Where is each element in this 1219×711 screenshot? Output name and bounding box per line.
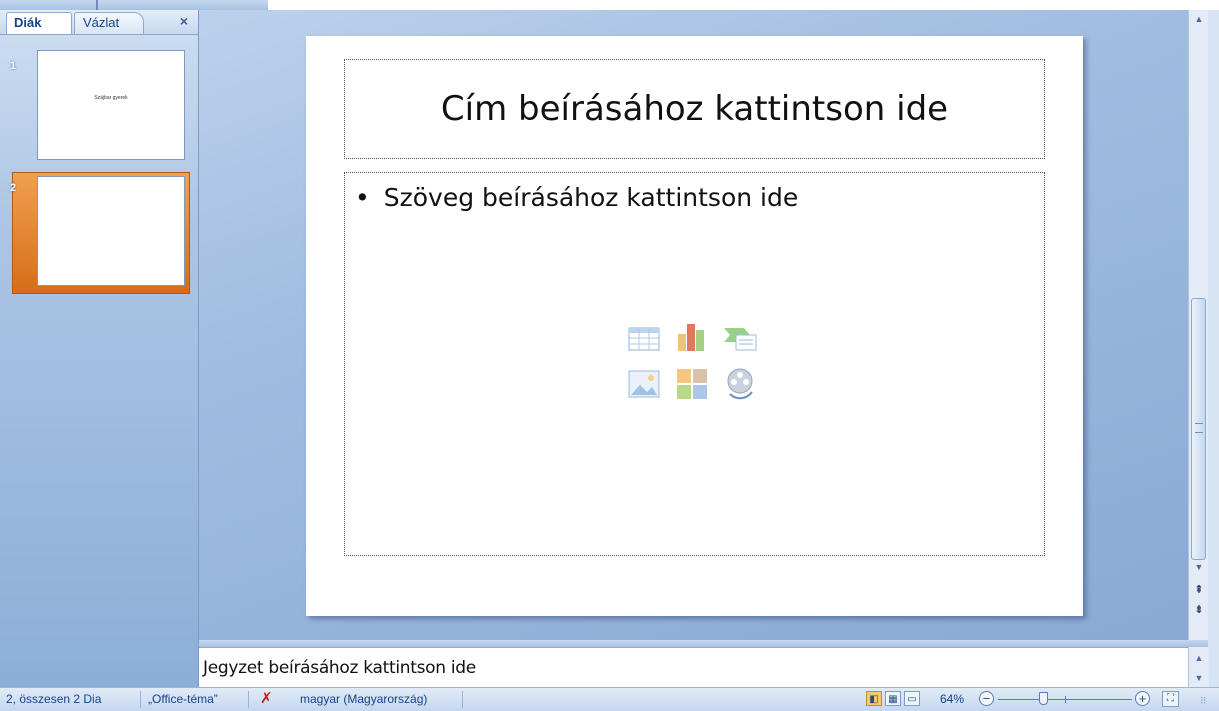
notes-scroll-down-icon[interactable]: ▼	[1189, 669, 1209, 687]
bullet-mark: •	[355, 183, 370, 212]
notes-splitter[interactable]	[199, 640, 1208, 647]
zoom-out-icon[interactable]: −	[979, 691, 994, 706]
slide-position-status[interactable]: 2, összesen 2 Dia	[6, 692, 101, 706]
slide-editing-area: Cím beírásához kattintson ide • Szöveg be…	[199, 10, 1188, 640]
pane-tabs: Diák Vázlat ×	[0, 10, 198, 35]
zoom-100-tick	[1065, 696, 1066, 703]
scrollbar-grip-icon	[1195, 423, 1203, 433]
resize-grip-icon[interactable]: ⠿	[1200, 696, 1207, 707]
ribbon-remnant	[0, 0, 1219, 10]
spellcheck-icon[interactable]: ✗	[260, 689, 273, 707]
status-separator	[462, 691, 463, 708]
slide-number-2: 2	[10, 182, 17, 194]
slide-vertical-scrollbar[interactable]: ▲ ▼ ⇞ ⇟	[1188, 10, 1209, 640]
content-bullet-line: • Szöveg beírásához kattintson ide	[355, 183, 798, 212]
content-placeholder-text: Szöveg beírásához kattintson ide	[383, 183, 799, 212]
tab-slides[interactable]: Diák	[6, 12, 72, 34]
scrollbar-thumb[interactable]	[1191, 298, 1206, 560]
picture-icon[interactable]	[626, 366, 662, 402]
slide-thumbnail-1[interactable]: Szájbar gyerek	[37, 50, 185, 160]
fit-to-window-icon[interactable]: ⛶	[1162, 691, 1179, 707]
slide-sorter-view-button[interactable]: ▦	[885, 691, 901, 706]
window-right-edge	[1208, 10, 1219, 710]
slideshow-view-button[interactable]: ▭	[904, 691, 920, 706]
language-status[interactable]: magyar (Magyarország)	[300, 692, 427, 706]
content-placeholder[interactable]: • Szöveg beírásához kattintson ide	[344, 172, 1045, 556]
notes-scrollbar[interactable]: ▲ ▼	[1188, 647, 1209, 687]
notes-scroll-up-icon[interactable]: ▲	[1189, 649, 1209, 667]
media-icon[interactable]	[722, 366, 758, 402]
title-placeholder[interactable]: Cím beírásához kattintson ide	[344, 59, 1045, 159]
status-separator	[248, 691, 249, 708]
previous-slide-icon[interactable]: ⇞	[1189, 582, 1209, 598]
zoom-in-icon[interactable]: +	[1135, 691, 1150, 706]
normal-view-button[interactable]: ◧	[866, 691, 882, 706]
close-pane-button[interactable]: ×	[180, 13, 188, 29]
thumbnail-title: Szájbar gyerek	[94, 95, 128, 101]
slide-number-1: 1	[10, 60, 17, 72]
clipart-icon[interactable]	[674, 366, 710, 402]
zoom-slider-thumb[interactable]	[1039, 692, 1048, 705]
smartart-icon[interactable]	[722, 320, 758, 356]
next-slide-icon[interactable]: ⇟	[1189, 602, 1209, 618]
zoom-level[interactable]: 64%	[940, 692, 964, 706]
slide-thumbnail-2[interactable]	[37, 176, 185, 286]
status-separator	[140, 691, 141, 708]
notes-pane[interactable]: Jegyzet beírásához kattintson ide	[199, 647, 1188, 688]
tab-outline[interactable]: Vázlat	[74, 12, 144, 34]
table-icon[interactable]	[626, 320, 662, 356]
slide-canvas: Cím beírásához kattintson ide • Szöveg be…	[306, 36, 1083, 616]
status-bar: 2, összesen 2 Dia „Office-téma” ✗ magyar…	[0, 687, 1219, 711]
chart-icon[interactable]	[674, 320, 710, 356]
notes-placeholder[interactable]: Jegyzet beírásához kattintson ide	[203, 658, 476, 678]
ribbon-tab-remnant	[0, 0, 268, 10]
theme-status[interactable]: „Office-téma”	[148, 692, 218, 706]
scroll-up-icon[interactable]: ▲	[1189, 10, 1209, 28]
slides-pane: Diák Vázlat × 1 Szájbar gyerek 2	[0, 10, 199, 687]
insert-content-icons	[626, 320, 766, 410]
scroll-down-icon[interactable]: ▼	[1189, 558, 1209, 576]
